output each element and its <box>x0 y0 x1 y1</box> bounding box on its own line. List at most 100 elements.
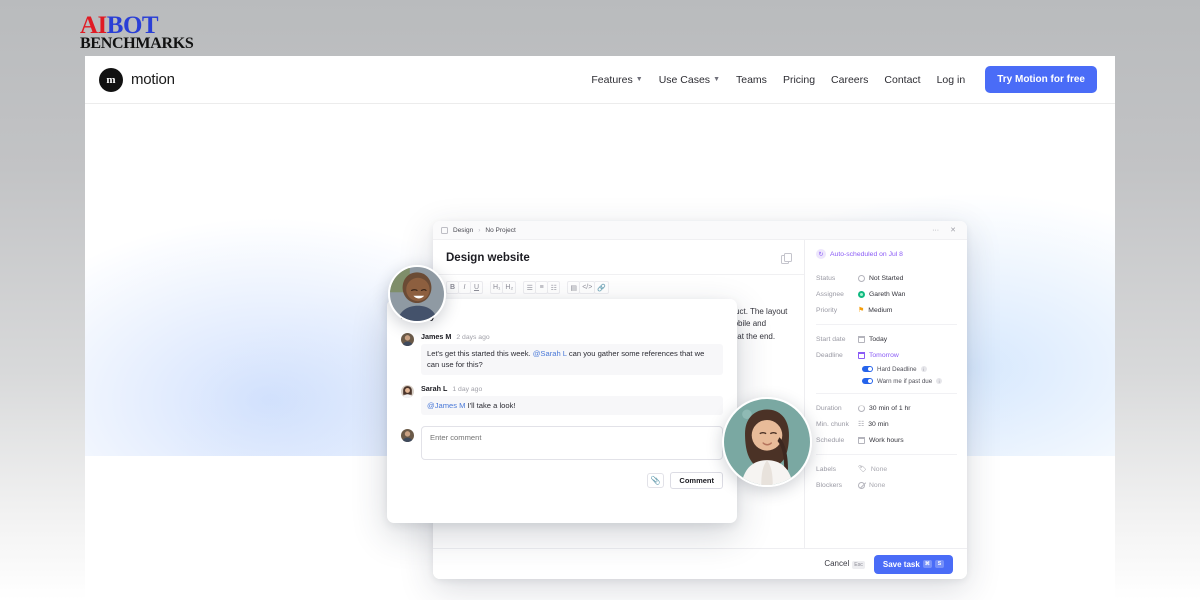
property-row-start-date[interactable]: Start date Today <box>816 331 957 347</box>
property-value-min-chunk-text: 30 min <box>868 420 889 428</box>
title-row: Design website <box>433 240 804 275</box>
nav-item-features[interactable]: Features ▼ <box>591 74 642 86</box>
comment-mention[interactable]: @Sarah L <box>533 349 567 358</box>
warn-past-due-toggle[interactable] <box>862 378 873 384</box>
toggle-row-warn-past-due[interactable]: Warn me if past due i <box>816 375 957 387</box>
toolbar-group-lists: ☰ ≡ ☷ <box>523 281 561 294</box>
property-group-dates: Start date Today Deadline Tomorrow Hard … <box>816 324 957 393</box>
chevron-down-icon: ▼ <box>635 76 643 83</box>
comment-input[interactable] <box>421 426 723 461</box>
comment-text-after: I'll take a look! <box>465 400 516 410</box>
property-label-start-date: Start date <box>816 335 846 343</box>
avatar <box>401 429 414 443</box>
property-value-start-date-text: Today <box>869 335 888 343</box>
info-icon[interactable]: i <box>920 366 927 372</box>
heading-2-icon[interactable]: H₂ <box>502 281 517 294</box>
nav-item-pricing[interactable]: Pricing <box>783 74 815 86</box>
nav-item-use-cases[interactable]: Use Cases ▼ <box>659 74 720 86</box>
property-label-deadline: Deadline <box>816 351 843 359</box>
property-value-status-text: Not Started <box>869 274 904 282</box>
avatar <box>401 384 414 398</box>
info-icon[interactable]: i <box>936 378 943 384</box>
property-value-status: Not Started <box>858 274 904 282</box>
comment-text: @James M I'll take a look! <box>421 395 723 416</box>
property-label-labels: Labels <box>816 465 837 473</box>
comment-mention[interactable]: @James M <box>427 401 466 410</box>
task-properties-panel: ↻ Auto-scheduled on Jul 8 Status Not Sta… <box>805 240 967 548</box>
status-circle-icon <box>858 274 865 282</box>
property-row-status[interactable]: Status Not Started <box>816 270 957 286</box>
attach-icon[interactable]: 📎 <box>647 473 665 489</box>
property-row-duration[interactable]: Duration 30 min of 1 hr <box>816 400 957 416</box>
blocker-icon <box>858 481 865 489</box>
property-row-blockers[interactable]: Blockers None <box>816 477 957 493</box>
save-task-button[interactable]: Save task ⌘ S <box>873 554 953 574</box>
nav-item-login[interactable]: Log in <box>937 74 966 86</box>
comment-submit-button[interactable]: Comment <box>670 472 723 490</box>
try-motion-for-free-button[interactable]: Try Motion for free <box>985 66 1097 93</box>
property-value-duration-text: 30 min of 1 hr <box>869 404 911 412</box>
brand-logo[interactable]: m motion <box>99 67 175 92</box>
underline-icon[interactable]: U <box>470 281 483 294</box>
nav-links: Features ▼ Use Cases ▼ Teams Pricing Car… <box>591 66 1097 93</box>
property-group-duration: Duration 30 min of 1 hr Min. chunk ☷ 30 … <box>816 393 957 454</box>
close-icon[interactable]: ✕ <box>947 226 959 234</box>
property-row-min-chunk[interactable]: Min. chunk ☷ 30 min <box>816 416 957 432</box>
chunk-grid-icon: ☷ <box>858 420 865 428</box>
rich-text-toolbar: B I U H₁ H₂ ☰ ≡ ☷ ▤ </> 🔗 <box>433 275 804 300</box>
hard-deadline-label: Hard Deadline <box>877 365 917 373</box>
property-group-meta: Labels 🏷 None Blockers None <box>816 454 957 499</box>
toolbar-group-insert: ▤ </> 🔗 <box>567 281 610 294</box>
property-value-schedule: Work hours <box>858 436 904 444</box>
cancel-button[interactable]: Cancel Esc <box>824 559 865 570</box>
page-sheet: m motion Features ▼ Use Cases ▼ Teams Pr… <box>85 56 1115 600</box>
property-row-priority[interactable]: Priority ⚑ Medium <box>816 302 957 318</box>
schedule-calendar-icon <box>858 436 865 444</box>
auto-scheduled-badge[interactable]: ↻ Auto-scheduled on Jul 8 <box>816 249 957 259</box>
comment-author: Sarah L <box>421 383 448 393</box>
more-options-icon[interactable]: ··· <box>929 227 942 234</box>
task-title[interactable]: Design website <box>446 252 530 264</box>
copy-icon[interactable] <box>781 253 792 264</box>
nav-item-use-cases-label: Use Cases <box>658 73 711 86</box>
comment-composer: 📎 Comment <box>401 426 723 490</box>
save-shortcut-key-s: S <box>935 559 944 569</box>
modal-topbar: Design › No Project ··· ✕ <box>433 221 967 240</box>
property-group-assignment: Status Not Started Assignee Gareth Wan P… <box>816 270 957 324</box>
comment-meta: James M 2 days ago <box>421 332 723 341</box>
code-block-icon[interactable]: </> <box>579 281 596 294</box>
heading-1-icon[interactable]: H₁ <box>490 281 504 294</box>
property-value-deadline-text: Tomorrow <box>869 351 899 359</box>
nav-item-careers[interactable]: Careers <box>831 74 868 86</box>
nav-item-teams[interactable]: Teams <box>736 74 767 86</box>
property-row-assignee[interactable]: Assignee Gareth Wan <box>816 286 957 302</box>
property-label-priority: Priority <box>816 306 838 314</box>
property-label-min-chunk: Min. chunk <box>816 420 849 428</box>
save-task-label: Save task <box>882 559 920 569</box>
composer-actions: 📎 Comment <box>421 472 723 490</box>
nav-item-contact[interactable]: Contact <box>884 74 920 86</box>
property-value-start-date: Today <box>858 335 888 343</box>
floating-avatar-sarah <box>722 397 812 487</box>
property-value-assignee-text: Gareth Wan <box>869 290 906 298</box>
property-row-deadline[interactable]: Deadline Tomorrow <box>816 347 957 363</box>
breadcrumb-sub[interactable]: No Project <box>485 227 515 234</box>
comment-timestamp: 1 day ago <box>452 385 483 393</box>
property-value-assignee: Gareth Wan <box>858 290 906 298</box>
watermark-logo: AIBOT BENCHMARKS <box>80 13 194 52</box>
property-value-priority: ⚑ Medium <box>858 307 892 314</box>
link-icon[interactable]: 🔗 <box>594 281 610 294</box>
comment-item: James M 2 days ago Let's get this starte… <box>401 332 723 375</box>
task-list-icon[interactable]: ☷ <box>547 281 561 294</box>
breadcrumb-project[interactable]: Design <box>453 227 473 234</box>
floating-avatar-james <box>388 265 446 323</box>
hard-deadline-toggle[interactable] <box>862 366 873 372</box>
property-row-labels[interactable]: Labels 🏷 None <box>816 461 957 477</box>
property-label-schedule: Schedule <box>816 436 845 444</box>
property-row-schedule[interactable]: Schedule Work hours <box>816 432 957 448</box>
calendar-icon <box>858 335 865 343</box>
watermark-line-1: AIBOT <box>80 13 193 38</box>
watermark-line-2: BENCHMARKS <box>80 35 194 52</box>
toggle-row-hard-deadline[interactable]: Hard Deadline i <box>816 363 957 375</box>
comment-item: Sarah L 1 day ago @James M I'll take a l… <box>401 383 723 416</box>
